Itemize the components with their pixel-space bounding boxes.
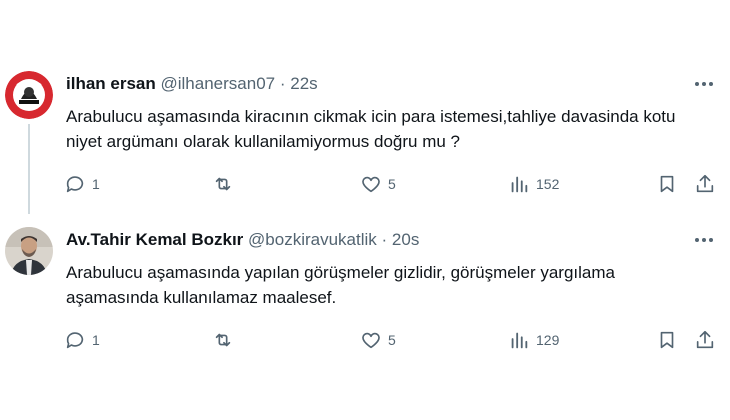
separator: · (381, 230, 388, 249)
avatar[interactable] (5, 71, 53, 119)
bar-chart-icon (511, 332, 528, 349)
bar-chart-icon (511, 176, 528, 193)
more-dots-icon (695, 82, 713, 86)
more-options-button[interactable] (690, 72, 718, 96)
like-button[interactable]: 5 (360, 326, 396, 354)
author-name[interactable]: Av.Tahir Kemal Bozkır (66, 230, 243, 249)
author-handle[interactable]: @bozkiravukatlik (248, 230, 377, 249)
tweet-header: ilhan ersan @ilhanersan07 · 22s (66, 74, 318, 94)
reply-count: 1 (92, 176, 100, 192)
repost-button[interactable] (212, 326, 240, 354)
avatar[interactable] (5, 227, 53, 275)
bookmark-icon (660, 175, 674, 193)
view-count: 129 (536, 332, 560, 348)
more-options-button[interactable] (690, 228, 718, 252)
bookmark-button[interactable] (656, 170, 678, 198)
tweet-text: Arabulucu aşamasında yapılan görüşmeler … (66, 263, 615, 307)
share-icon (696, 174, 714, 193)
repost-icon (215, 177, 231, 191)
heart-icon (362, 176, 380, 193)
reply-count: 1 (92, 332, 100, 348)
view-count: 152 (536, 176, 560, 192)
like-count: 5 (388, 176, 396, 192)
separator: · (279, 74, 286, 93)
like-button[interactable]: 5 (360, 170, 396, 198)
reply-icon (66, 176, 84, 193)
timestamp[interactable]: 22s (290, 74, 317, 93)
profile-photo-icon (5, 227, 53, 275)
reply-icon (66, 332, 84, 349)
thread-line (28, 124, 30, 214)
tweet[interactable]: ilhan ersan @ilhanersan07 · 22s Arabuluc… (0, 66, 730, 216)
repost-icon (215, 333, 231, 347)
share-button[interactable] (694, 170, 716, 198)
like-count: 5 (388, 332, 396, 348)
reply-button[interactable]: 1 (64, 170, 100, 198)
reply-button[interactable]: 1 (64, 326, 100, 354)
views-button[interactable]: 152 (508, 170, 559, 198)
tweet[interactable]: Av.Tahir Kemal Bozkır @bozkiravukatlik ·… (0, 222, 730, 372)
views-button[interactable]: 129 (508, 326, 559, 354)
more-dots-icon (695, 238, 713, 242)
timestamp[interactable]: 20s (392, 230, 419, 249)
author-name[interactable]: ilhan ersan (66, 74, 156, 93)
heart-icon (362, 332, 380, 349)
bookmark-icon (660, 331, 674, 349)
tweet-text: Arabulucu aşamasında kiracının cikmak ic… (66, 107, 676, 151)
share-button[interactable] (694, 326, 716, 354)
bookmark-button[interactable] (656, 326, 678, 354)
share-icon (696, 330, 714, 349)
red-circle-logo-icon (5, 71, 53, 119)
author-handle[interactable]: @ilhanersan07 (161, 74, 276, 93)
action-bar: 1 5 129 (62, 326, 722, 354)
action-bar: 1 5 152 (62, 170, 722, 198)
repost-button[interactable] (212, 170, 240, 198)
tweet-header: Av.Tahir Kemal Bozkır @bozkiravukatlik ·… (66, 230, 419, 250)
